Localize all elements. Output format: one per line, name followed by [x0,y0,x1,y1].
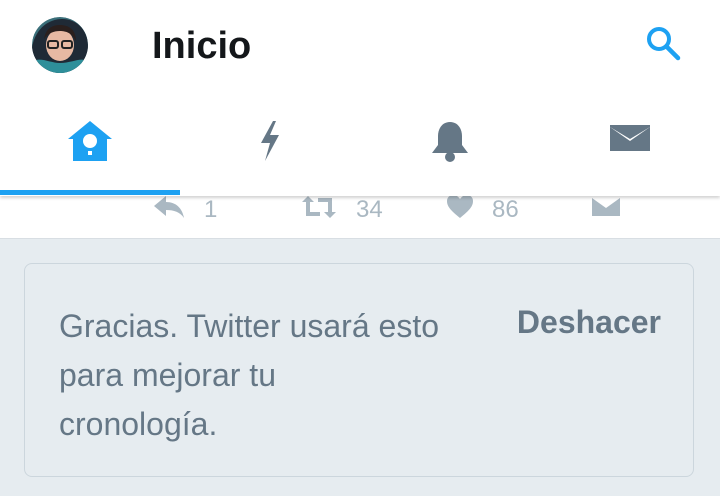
reply-icon [152,196,186,227]
home-birdhouse-icon [66,119,114,168]
feedback-notice-card: Gracias. Twitter usará esto para mejorar… [24,263,694,477]
bell-icon [430,119,470,168]
like-button[interactable]: 86 [446,196,519,230]
page-title: Inicio [152,25,252,67]
search-icon [645,25,681,66]
reply-count: 1 [204,196,218,223]
active-tab-indicator [0,190,180,195]
heart-icon [446,196,474,227]
user-avatar[interactable] [32,17,88,73]
feedback-message: Gracias. Twitter usará esto para mejorar… [59,308,439,442]
tab-bar [0,96,720,190]
tab-home[interactable] [0,96,180,190]
retweet-icon [300,196,338,227]
envelope-icon [590,196,622,227]
retweet-count: 34 [356,196,383,223]
like-count: 86 [492,196,519,223]
tab-messages[interactable] [540,96,720,190]
tab-notifications[interactable] [360,96,540,190]
search-button[interactable] [640,22,686,68]
direct-message-button[interactable] [590,196,622,230]
undo-button[interactable]: Deshacer [517,304,661,341]
lightning-icon [257,119,283,168]
reply-button[interactable]: 1 [152,196,217,230]
tab-moments[interactable] [180,96,360,190]
top-app-bar: Inicio [0,0,720,196]
retweet-button[interactable]: 34 [300,196,383,230]
envelope-icon [608,123,652,164]
tweet-action-bar: 1 34 86 [0,196,720,239]
